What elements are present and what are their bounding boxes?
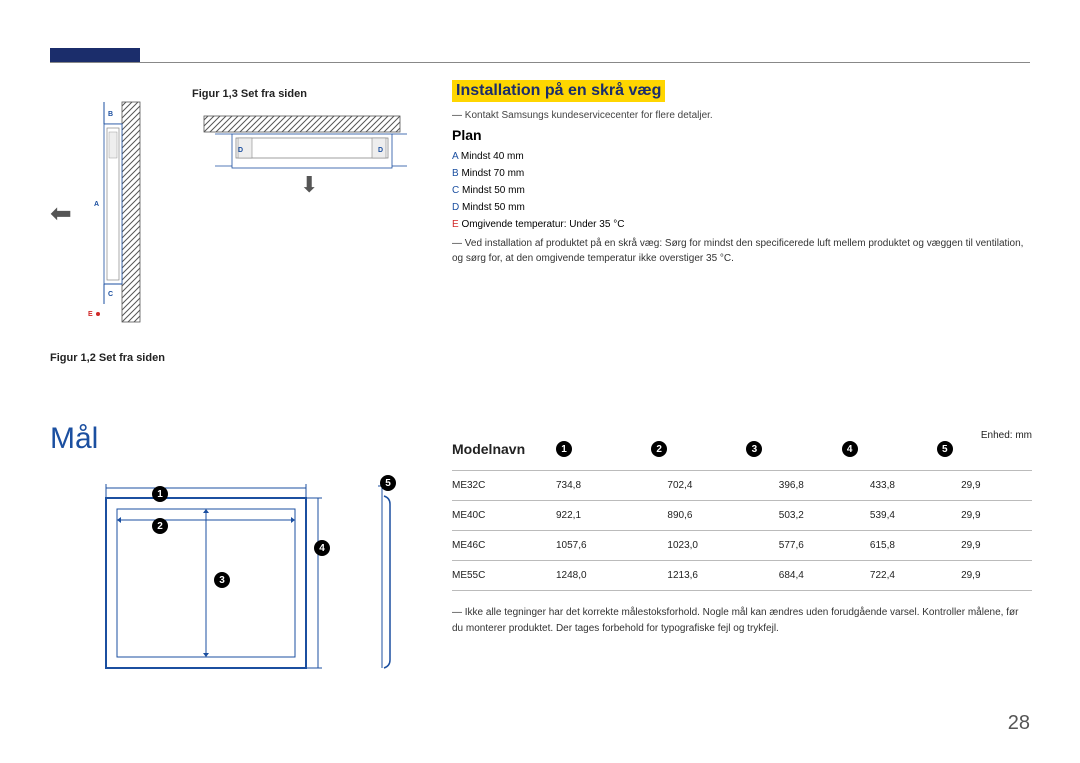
cell-c5: 29,9 xyxy=(961,561,1032,591)
svg-text:A: A xyxy=(94,201,99,208)
dim-badge-1: 1 xyxy=(152,486,168,502)
spec-c: C Mindst 50 mm xyxy=(452,185,1032,196)
label-b: B xyxy=(452,168,459,179)
spec-e: E Omgivende temperatur: Under 35 °C xyxy=(452,219,1032,230)
cell-c5: 29,9 xyxy=(961,531,1032,561)
label-d: D xyxy=(452,202,459,213)
cell-c1: 734,8 xyxy=(556,471,667,501)
svg-text:E: E xyxy=(88,311,93,318)
figure-1-3-label-d-left: D xyxy=(238,147,243,154)
cell-model: ME32C xyxy=(452,471,556,501)
svg-text:C: C xyxy=(108,291,113,298)
page-number: 28 xyxy=(1008,712,1030,735)
plan-heading: Plan xyxy=(452,127,1032,143)
figure-1-3-caption: Figur 1,3 Set fra siden xyxy=(192,88,307,100)
cell-c1: 1248,0 xyxy=(556,561,667,591)
front-view-diagram: 1 2 3 4 5 xyxy=(52,478,362,680)
label-c: C xyxy=(452,185,459,196)
spec-c-text: Mindst 50 mm xyxy=(462,185,525,196)
cell-c4: 722,4 xyxy=(870,561,961,591)
dim-badge-2: 2 xyxy=(152,518,168,534)
install-note-line: ― Ved installation af produktet på en sk… xyxy=(452,236,1032,266)
install-heading: Installation på en skrå væg xyxy=(452,80,665,102)
cell-c4: 539,4 xyxy=(870,501,961,531)
cell-model: ME55C xyxy=(452,561,556,591)
install-note: Ved installation af produktet på en skrå… xyxy=(452,238,1023,264)
cell-c3: 684,4 xyxy=(779,561,870,591)
cell-c3: 503,2 xyxy=(779,501,870,531)
cell-c2: 890,6 xyxy=(667,501,778,531)
cell-c4: 615,8 xyxy=(870,531,961,561)
table-footnote-line: ― Ikke alle tegninger har det korrekte m… xyxy=(452,605,1032,637)
spec-d: D Mindst 50 mm xyxy=(452,202,1032,213)
cell-model: ME40C xyxy=(452,501,556,531)
col-badge-4: 4 xyxy=(842,441,858,457)
cell-c2: 1213,6 xyxy=(667,561,778,591)
spec-b: B Mindst 70 mm xyxy=(452,168,1032,179)
cell-c4: 433,8 xyxy=(870,471,961,501)
spec-a-text: Mindst 40 mm xyxy=(461,151,524,162)
figure-1-3-label-d-right: D xyxy=(378,147,383,154)
cell-c2: 1023,0 xyxy=(667,531,778,561)
col-badge-5: 5 xyxy=(937,441,953,457)
col-badge-2: 2 xyxy=(651,441,667,457)
dim-badge-3: 3 xyxy=(214,572,230,588)
table-header: Modelnavn 1 2 3 4 5 xyxy=(452,436,1032,462)
figure-1-2: ⬅ B A C E xyxy=(50,98,140,348)
col-badge-1: 1 xyxy=(556,441,572,457)
cell-c3: 577,6 xyxy=(779,531,870,561)
maal-title: Mål xyxy=(50,422,98,456)
brand-accent xyxy=(50,48,140,62)
left-arrow-icon: ⬅ xyxy=(50,198,72,229)
unit-label: Enhed: mm xyxy=(981,430,1032,441)
down-arrow-icon: ⬇ xyxy=(300,172,318,198)
cell-c1: 1057,6 xyxy=(556,531,667,561)
page: Figur 1,3 Set fra siden D D xyxy=(0,0,1080,763)
spec-d-text: Mindst 50 mm xyxy=(462,202,525,213)
spec-a: A Mindst 40 mm xyxy=(452,151,1032,162)
dim-badge-4: 4 xyxy=(314,540,330,556)
contact-note: ― Kontakt Samsungs kundeservicecenter fo… xyxy=(452,110,1032,121)
model-section: Enhed: mm Modelnavn 1 2 3 4 5 ME32C734,8… xyxy=(452,436,1032,643)
label-a: A xyxy=(452,151,458,162)
cell-c5: 29,9 xyxy=(961,501,1032,531)
spec-e-text: Omgivende temperatur: Under 35 °C xyxy=(461,219,624,230)
cell-model: ME46C xyxy=(452,531,556,561)
col-badge-3: 3 xyxy=(746,441,762,457)
header-rule xyxy=(50,62,1030,63)
contact-text: Kontakt Samsungs kundeservicecenter for … xyxy=(465,110,713,121)
cell-c2: 702,4 xyxy=(667,471,778,501)
table-row: ME40C922,1890,6503,2539,429,9 xyxy=(452,501,1032,531)
figure-1-3: D D ⬇ xyxy=(192,108,412,188)
right-column: Installation på en skrå væg ― Kontakt Sa… xyxy=(452,80,1032,272)
svg-text:B: B xyxy=(108,111,113,118)
modelnavn-header: Modelnavn xyxy=(452,441,556,457)
table-row: ME32C734,8702,4396,8433,829,9 xyxy=(452,471,1032,501)
table-row: ME46C1057,61023,0577,6615,829,9 xyxy=(452,531,1032,561)
cell-c3: 396,8 xyxy=(779,471,870,501)
figure-1-2-caption: Figur 1,2 Set fra siden xyxy=(50,352,165,364)
table-row: ME55C1248,01213,6684,4722,429,9 xyxy=(452,561,1032,591)
dimensions-table: ME32C734,8702,4396,8433,829,9ME40C922,18… xyxy=(452,470,1032,591)
table-footnote: Ikke alle tegninger har det korrekte mål… xyxy=(452,607,1018,634)
spec-b-text: Mindst 70 mm xyxy=(461,168,524,179)
dim-badge-5: 5 xyxy=(380,475,396,491)
cell-c1: 922,1 xyxy=(556,501,667,531)
label-e: E xyxy=(452,219,459,230)
cell-c5: 29,9 xyxy=(961,471,1032,501)
